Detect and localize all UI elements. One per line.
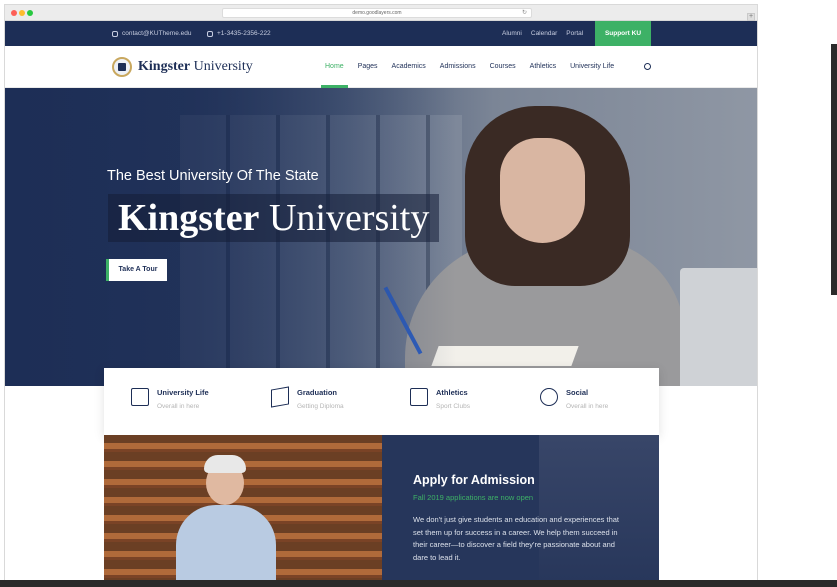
nav-menu: Home Pages Academics Admissions Courses … <box>318 63 621 88</box>
nav-item-athletics[interactable]: Athletics <box>523 63 563 88</box>
feature-title: Athletics <box>436 388 468 397</box>
adjacent-window-edge <box>831 44 837 295</box>
nav-item-admissions[interactable]: Admissions <box>433 63 483 88</box>
phone-icon <box>207 30 213 37</box>
graduation-cap-icon <box>271 386 289 408</box>
admission-title: Apply for Admission <box>413 473 535 487</box>
logo-text: Kingster University <box>138 59 253 75</box>
minimize-window-button[interactable] <box>19 10 25 16</box>
stadium-icon <box>410 388 428 406</box>
home-icon <box>112 30 118 37</box>
phone-text: +1-3435-2356-222 <box>217 30 271 37</box>
contact-email[interactable]: contact@KUTheme.edu <box>112 30 191 37</box>
site-logo[interactable]: Kingster University <box>112 57 253 77</box>
feature-bar: University Life Overall in here Graduatio… <box>104 368 659 436</box>
link-portal[interactable]: Portal <box>566 30 583 37</box>
top-links: Alumni Calendar Portal <box>502 30 583 37</box>
hero-title-box: Kingster University <box>108 194 440 242</box>
hero-title-bold: Kingster <box>118 197 260 239</box>
support-button[interactable]: Support KU <box>595 21 651 46</box>
link-calendar[interactable]: Calendar <box>531 30 557 37</box>
admission-subtitle: Fall 2019 applications are now open <box>413 493 534 502</box>
feature-subtitle: Getting Diploma <box>297 403 344 410</box>
crest-icon <box>112 57 132 77</box>
admission-panel: Apply for Admission Fall 2019 applicatio… <box>382 435 659 586</box>
feature-subtitle: Overall in here <box>157 403 200 410</box>
nav-item-courses[interactable]: Courses <box>483 63 523 88</box>
professor-hair <box>204 455 246 473</box>
hero-title-regular: University <box>268 197 430 239</box>
search-icon[interactable] <box>644 63 651 70</box>
feature-graduation[interactable]: Graduation Getting Diploma <box>271 386 344 410</box>
nav-item-home[interactable]: Home <box>318 63 351 88</box>
close-window-button[interactable] <box>11 10 17 16</box>
feature-title: Social <box>566 388 589 397</box>
take-a-tour-button[interactable]: Take A Tour <box>106 259 167 281</box>
admission-text: We don't just give students an education… <box>413 515 620 562</box>
logo-regular: University <box>193 59 253 74</box>
feature-subtitle: Overall in here <box>566 403 609 410</box>
feature-title: Graduation <box>297 388 338 397</box>
contact-phone[interactable]: +1-3435-2356-222 <box>207 30 271 37</box>
feature-subtitle: Sport Clubs <box>436 403 470 410</box>
main-nav: Kingster University Home Pages Academics… <box>5 46 757 88</box>
reload-icon[interactable]: ↻ <box>522 9 527 17</box>
address-text: demo.goodlayers.com <box>352 10 402 16</box>
hero-subtitle: The Best University Of The State <box>107 168 319 184</box>
hero-banner: The Best University Of The State Kingste… <box>5 88 757 386</box>
nav-item-university-life[interactable]: University Life <box>563 63 621 88</box>
address-bar[interactable]: demo.goodlayers.com ↻ <box>222 8 532 18</box>
feature-title: University Life <box>157 388 209 397</box>
professor-photo <box>104 435 382 586</box>
nav-item-pages[interactable]: Pages <box>351 63 385 88</box>
browser-window: demo.goodlayers.com ↻ + contact@KUTheme.… <box>4 4 758 587</box>
feature-social[interactable]: Social Overall in here <box>540 388 608 410</box>
admission-section: Apply for Admission Fall 2019 applicatio… <box>104 435 659 586</box>
building-icon <box>131 388 149 406</box>
email-text: contact@KUTheme.edu <box>122 30 192 37</box>
professor-body <box>176 505 276 586</box>
logo-bold: Kingster <box>138 59 191 74</box>
new-tab-button[interactable]: + <box>747 13 755 21</box>
link-alumni[interactable]: Alumni <box>502 30 522 37</box>
screen-bottom-bar <box>0 580 837 587</box>
top-bar: contact@KUTheme.edu +1-3435-2356-222 Alu… <box>5 21 757 46</box>
feature-athletics[interactable]: Athletics Sport Clubs <box>410 388 470 410</box>
feature-university-life[interactable]: University Life Overall in here <box>131 388 209 410</box>
maximize-window-button[interactable] <box>27 10 33 16</box>
browser-chrome: demo.goodlayers.com ↻ + <box>5 5 757 21</box>
hero-title: Kingster University <box>118 196 429 240</box>
nav-item-academics[interactable]: Academics <box>385 63 433 88</box>
bench-row <box>104 443 382 452</box>
network-icon <box>540 388 558 406</box>
